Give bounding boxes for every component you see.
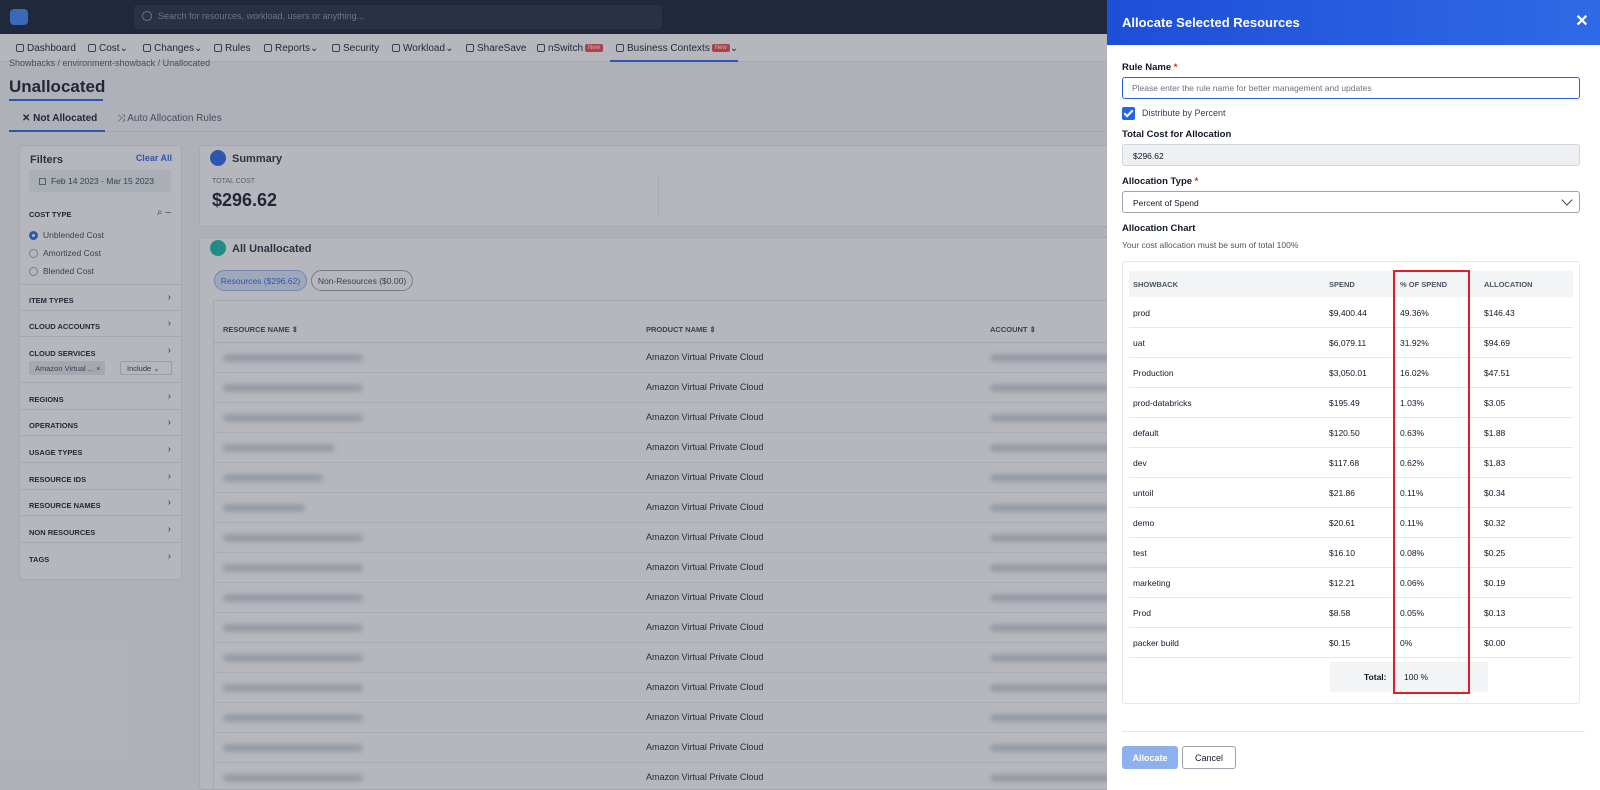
row-showback: packer build <box>1133 638 1179 648</box>
row-spend: $20.61 <box>1329 518 1355 528</box>
total-cost-field: $296.62 <box>1122 144 1580 166</box>
row-showback: marketing <box>1133 578 1171 588</box>
label-text: Rule Name <box>1122 62 1172 73</box>
close-icon[interactable]: ✕ <box>1572 11 1592 31</box>
table-row: prod-databricks $195.49 1.03% $3.05 <box>1129 387 1573 418</box>
row-allocation: $0.32 <box>1484 518 1506 528</box>
allocate-drawer: Allocate Selected Resources ✕ Rule Name … <box>1107 0 1600 790</box>
row-percent: 16.02% <box>1400 368 1429 378</box>
cancel-button[interactable]: Cancel <box>1182 746 1236 769</box>
row-percent: 0.06% <box>1400 578 1425 588</box>
total-value: 100 % <box>1404 672 1429 682</box>
row-percent: 0.08% <box>1400 548 1425 558</box>
row-showback: untoil <box>1133 488 1154 498</box>
col-spend: SPEND <box>1329 280 1355 289</box>
row-allocation: $0.13 <box>1484 608 1506 618</box>
row-showback: demo <box>1133 518 1155 528</box>
row-showback: prod-databricks <box>1133 398 1192 408</box>
row-percent: 31.92% <box>1400 338 1429 348</box>
row-showback: uat <box>1133 338 1145 348</box>
footer-divider <box>1122 731 1585 732</box>
row-allocation: $1.88 <box>1484 428 1506 438</box>
row-allocation: $1.83 <box>1484 458 1506 468</box>
row-spend: $117.68 <box>1329 458 1360 468</box>
col-showback: SHOWBACK <box>1133 280 1178 289</box>
distribute-checkbox[interactable] <box>1122 107 1135 120</box>
row-percent: 0.11% <box>1400 488 1424 498</box>
allocate-button[interactable]: Allocate <box>1122 746 1178 769</box>
table-total-row: Total: 100 % <box>1330 662 1488 692</box>
total-label: Total: <box>1364 672 1387 682</box>
total-cost-label: Total Cost for Allocation <box>1122 129 1232 140</box>
table-row: test $16.10 0.08% $0.25 <box>1129 537 1573 568</box>
row-percent: 0.62% <box>1400 458 1425 468</box>
row-spend: $21.86 <box>1329 488 1355 498</box>
table-row: Production $3,050.01 16.02% $47.51 <box>1129 357 1573 388</box>
table-row: uat $6,079.11 31.92% $94.69 <box>1129 327 1573 358</box>
table-row: Prod $8.58 0.05% $0.13 <box>1129 597 1573 628</box>
table-row: default $120.50 0.63% $1.88 <box>1129 417 1573 448</box>
drawer-title: Allocate Selected Resources <box>1122 15 1300 30</box>
modal-backdrop[interactable] <box>0 0 1107 790</box>
row-showback: test <box>1133 548 1147 558</box>
row-spend: $16.10 <box>1329 548 1355 558</box>
col-percent-of-spend: % OF SPEND <box>1400 280 1448 289</box>
row-allocation: $0.00 <box>1484 638 1506 648</box>
row-showback: prod <box>1133 308 1151 318</box>
table-header: SHOWBACK SPEND % OF SPEND ALLOCATION <box>1129 271 1573 297</box>
allocation-table: SHOWBACK SPEND % OF SPEND ALLOCATION pro… <box>1122 261 1580 704</box>
select-value: Percent of Spend <box>1133 198 1199 208</box>
row-allocation: $0.19 <box>1484 578 1506 588</box>
required-mark: * <box>1194 176 1199 187</box>
table-row: dev $117.68 0.62% $1.83 <box>1129 447 1573 478</box>
row-allocation: $0.25 <box>1484 548 1506 558</box>
row-percent: 0.05% <box>1400 608 1425 618</box>
col-allocation: ALLOCATION <box>1484 280 1533 289</box>
table-row: packer build $0.15 0% $0.00 <box>1129 627 1573 658</box>
row-spend: $6,079.11 <box>1329 338 1367 348</box>
row-showback: Production <box>1133 368 1174 378</box>
allocation-chart-label: Allocation Chart <box>1122 223 1196 234</box>
allocation-type-label: Allocation Type * <box>1122 176 1198 187</box>
table-row: demo $20.61 0.11% $0.32 <box>1129 507 1573 538</box>
row-percent: 49.36% <box>1400 308 1429 318</box>
row-showback: Prod <box>1133 608 1151 618</box>
distribute-label: Distribute by Percent <box>1142 108 1226 118</box>
table-row: prod $9,400.44 49.36% $146.43 <box>1129 297 1573 328</box>
row-allocation: $94.69 <box>1484 338 1510 348</box>
rule-name-input[interactable] <box>1122 77 1580 99</box>
row-spend: $8.58 <box>1329 608 1351 618</box>
row-showback: dev <box>1133 458 1147 468</box>
allocation-type-select[interactable]: Percent of Spend <box>1122 191 1580 213</box>
row-spend: $3,050.01 <box>1329 368 1367 378</box>
row-percent: 0.11% <box>1400 518 1424 528</box>
row-percent: 0% <box>1400 638 1413 648</box>
drawer-header: Allocate Selected Resources ✕ <box>1107 0 1600 45</box>
row-spend: $0.15 <box>1329 638 1351 648</box>
row-spend: $120.50 <box>1329 428 1360 438</box>
row-spend: $195.49 <box>1329 398 1360 408</box>
row-allocation: $3.05 <box>1484 398 1506 408</box>
rule-name-label: Rule Name * <box>1122 62 1177 73</box>
required-mark: * <box>1173 62 1178 73</box>
row-spend: $12.21 <box>1329 578 1355 588</box>
allocation-chart-note: Your cost allocation must be sum of tota… <box>1122 240 1299 250</box>
row-allocation: $47.51 <box>1484 368 1510 378</box>
row-showback: default <box>1133 428 1159 438</box>
row-spend: $9,400.44 <box>1329 308 1367 318</box>
table-row: marketing $12.21 0.06% $0.19 <box>1129 567 1573 598</box>
label-text: Allocation Type <box>1122 176 1193 187</box>
row-allocation: $146.43 <box>1484 308 1515 318</box>
row-percent: 1.03% <box>1400 398 1425 408</box>
chevron-down-icon <box>1561 194 1573 206</box>
table-row: untoil $21.86 0.11% $0.34 <box>1129 477 1573 508</box>
row-percent: 0.63% <box>1400 428 1425 438</box>
row-allocation: $0.34 <box>1484 488 1506 498</box>
